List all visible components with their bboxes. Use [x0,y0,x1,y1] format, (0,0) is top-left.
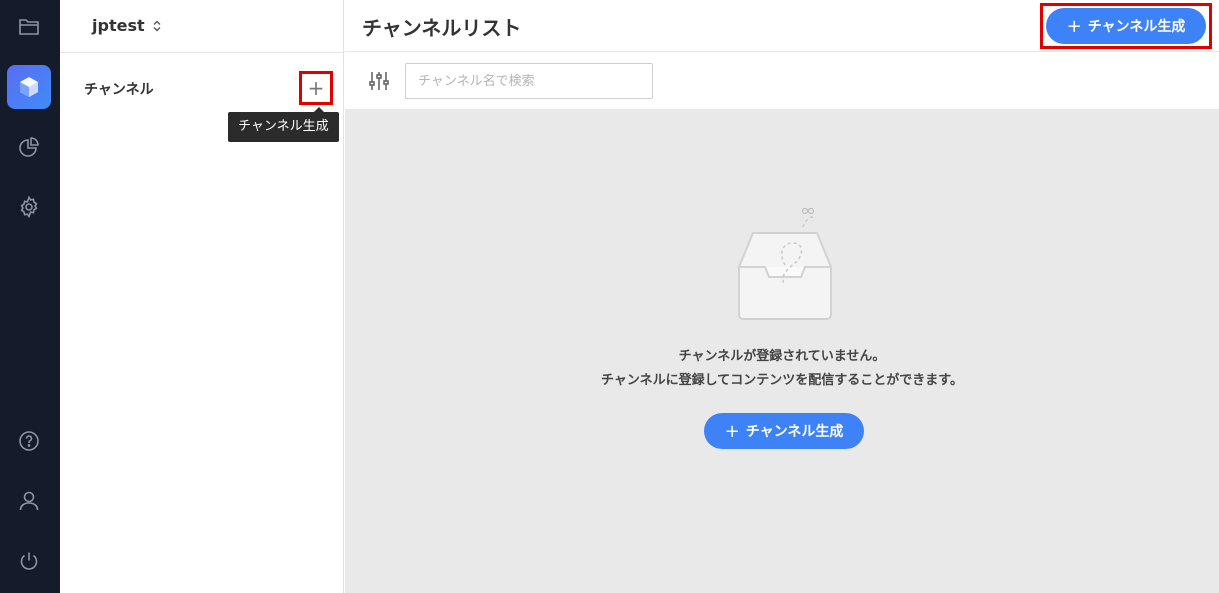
box-icon[interactable] [7,65,51,109]
add-channel-button[interactable]: + [299,71,333,105]
plus-icon: + [307,76,325,100]
plus-icon: + [1066,15,1082,37]
empty-inbox-illustration [738,207,832,320]
app-root: jptest チャンネル + チャンネル生成 チャンネルリスト + チャンネル生… [0,0,1219,593]
add-channel-tooltip: チャンネル生成 [228,107,339,142]
channel-sidebar: jptest チャンネル + チャンネル生成 [60,0,344,593]
workspace-switcher[interactable]: jptest [92,16,161,35]
highlight-frame: + チャンネル生成 [1040,3,1212,49]
plus-icon: + [724,420,740,442]
create-channel-button[interactable]: + チャンネル生成 [1046,8,1206,44]
filter-sliders-icon[interactable] [367,69,391,93]
page-title: チャンネルリスト [362,16,522,40]
pie-chart-icon[interactable] [7,125,51,169]
help-icon[interactable] [7,419,51,463]
empty-state-line-1: チャンネルが登録されていません。 [678,349,886,364]
user-icon[interactable] [7,479,51,523]
gear-icon[interactable] [7,185,51,229]
sidebar-divider [60,52,344,53]
sort-toggle-icon [153,20,161,31]
channel-search-input[interactable] [405,63,653,99]
icon-rail [0,0,60,593]
folder-icon[interactable] [7,5,51,49]
create-channel-label: チャンネル生成 [1087,19,1186,35]
channel-list-area: チャンネルが登録されていません。 チャンネルに登録してコンテンツを配信することが… [345,109,1219,593]
empty-create-channel-label: チャンネル生成 [745,424,844,440]
empty-create-channel-button[interactable]: + チャンネル生成 [704,413,864,449]
list-toolbar [345,53,1219,109]
empty-state-message: チャンネルが登録されていません。 チャンネルに登録してコンテンツを配信することが… [345,345,1219,393]
sidebar-section-title: チャンネル [84,82,154,98]
power-icon[interactable] [7,539,51,583]
main-header: チャンネルリスト + チャンネル生成 [345,0,1219,52]
empty-state-line-2: チャンネルに登録してコンテンツを配信することができます。 [601,373,963,388]
main-panel: チャンネルリスト + チャンネル生成 チャンネル名で検索 チャンネルが登録されて… [345,0,1219,593]
workspace-name: jptest [92,16,145,35]
